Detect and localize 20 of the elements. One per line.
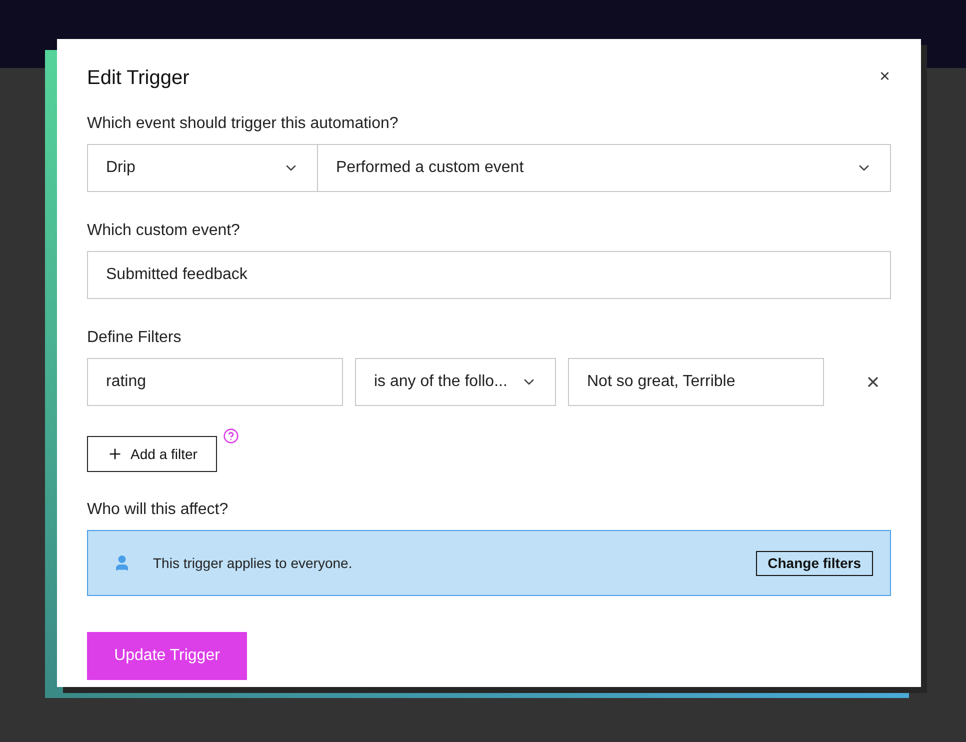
update-trigger-button[interactable]: Update Trigger [87,632,247,680]
plus-icon [106,446,123,462]
field-label: Which custom event? [87,221,241,241]
notice-text: This trigger applies to everyone. [153,554,354,573]
help-icon[interactable] [223,428,239,444]
provider-select[interactable]: Drip [87,144,318,192]
custom-event-field[interactable]: Submitted feedback [87,251,891,299]
close-button[interactable]: × [879,67,890,85]
action-select[interactable]: Performed a custom event [318,144,891,192]
field-label: Who will this affect? [87,500,230,520]
add-filter-button[interactable]: Add a filter [87,436,217,472]
person-icon [113,554,131,572]
dialog-title: Edit Trigger [87,66,190,91]
close-icon [865,374,881,390]
change-filters-button[interactable]: Change filters [756,550,873,576]
property-field[interactable]: rating [87,358,343,406]
field-label: Which event should trigger this automation? [87,114,400,134]
operator-select[interactable]: is any of the follo... [355,358,556,406]
filter-value-field[interactable]: Not so great, Terrible [568,358,824,406]
field-label: Define Filters [87,328,182,348]
